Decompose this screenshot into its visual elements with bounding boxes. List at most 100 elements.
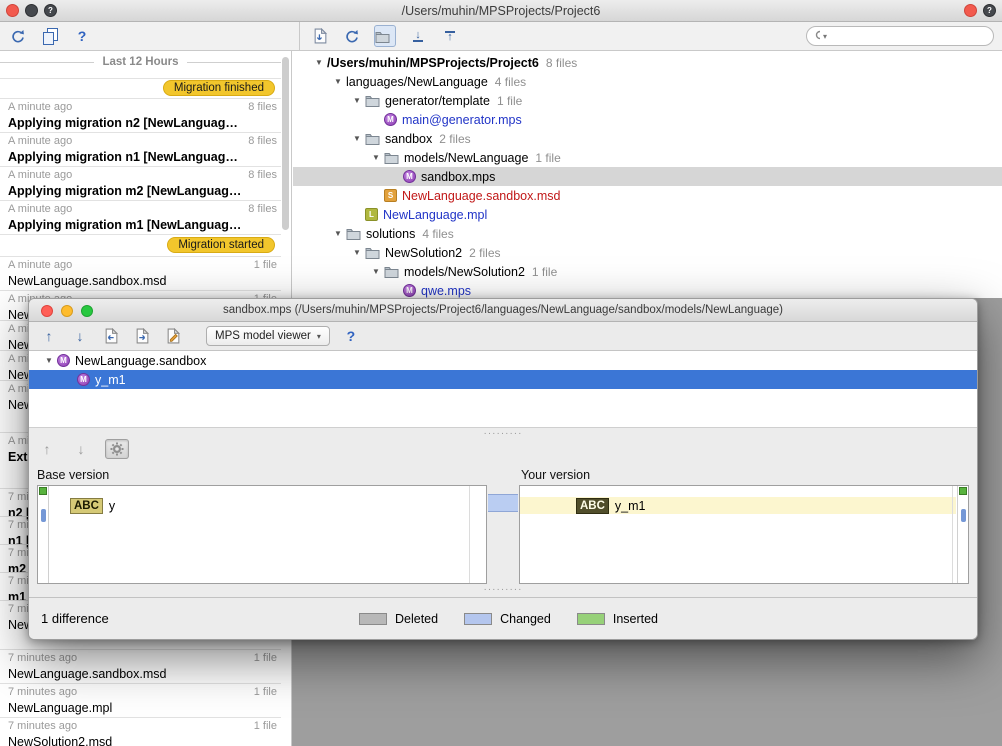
changed-marker[interactable] xyxy=(41,509,46,522)
chevron-down-icon[interactable]: ▼ xyxy=(368,267,384,276)
folder-icon xyxy=(365,132,380,145)
legend-inserted: Inserted xyxy=(577,612,658,626)
tree-row-solutions[interactable]: ▼ solutions 4 files xyxy=(293,224,1002,243)
minimize-icon[interactable] xyxy=(25,4,38,17)
entry-title: NewLanguage.mpl xyxy=(8,700,277,716)
expand-all-button[interactable]: ↓ xyxy=(408,25,428,47)
base-version-pane[interactable]: ABC y xyxy=(37,485,487,584)
entry-title: Applying migration m2 [NewLanguag… xyxy=(8,183,277,199)
tree-row-newsolution2[interactable]: ▼ NewSolution2 2 files xyxy=(293,243,1002,262)
entry-title: NewLanguage.sandbox.msd xyxy=(8,273,277,289)
tree-row-generator-template[interactable]: ▼ generator/template 1 file xyxy=(293,91,1002,110)
close-icon[interactable] xyxy=(964,4,977,17)
language-icon: L xyxy=(365,208,378,221)
apply-non-conflicting-right-button[interactable] xyxy=(132,325,152,347)
chevron-down-icon[interactable]: ▼ xyxy=(349,134,365,143)
history-entry[interactable]: A minute ago8 files Applying migration m… xyxy=(0,166,281,201)
minimize-icon[interactable] xyxy=(61,305,73,317)
history-scrollbar[interactable] xyxy=(282,57,289,230)
search-history-arrow-icon[interactable]: ▾ xyxy=(823,32,827,41)
tree-row-models-newsolution2[interactable]: ▼ models/NewSolution2 1 file xyxy=(293,262,1002,281)
chevron-down-icon[interactable]: ▼ xyxy=(311,58,327,67)
dialog-toolbar: ↑ ↓ MPS model viewer ▾ ? xyxy=(29,322,977,351)
history-entry[interactable]: A minute ago8 files Applying migration n… xyxy=(0,98,281,133)
model-tree-row-root[interactable]: ▼ M NewLanguage.sandbox xyxy=(29,351,977,370)
base-version-label: Base version xyxy=(37,468,109,482)
close-icon[interactable] xyxy=(6,4,19,17)
search-field[interactable]: ▾ xyxy=(806,26,994,46)
chevron-down-icon[interactable]: ▼ xyxy=(349,96,365,105)
tree-row-sandbox-msd[interactable]: S NewLanguage.sandbox.msd xyxy=(293,186,1002,205)
chevron-down-icon[interactable]: ▼ xyxy=(330,77,346,86)
tree-row-label: NewLanguage.sandbox.msd xyxy=(402,189,560,203)
help-icon[interactable]: ? xyxy=(983,4,996,17)
viewer-select[interactable]: MPS model viewer ▾ xyxy=(206,326,330,346)
zoom-icon[interactable] xyxy=(81,305,93,317)
grip-dots-icon xyxy=(484,423,523,441)
dialog-status-bar: 1 difference Deleted Changed Inserted xyxy=(29,597,977,639)
folder-icon xyxy=(384,265,399,278)
tree-row-project[interactable]: ▼ /Users/muhin/MPSProjects/Project6 8 fi… xyxy=(293,53,1002,72)
help-button[interactable]: ? xyxy=(72,25,92,47)
splitter-handle[interactable] xyxy=(29,584,977,592)
inserted-marker xyxy=(959,487,967,495)
next-difference-button[interactable]: ↓ xyxy=(70,325,90,347)
rollback-button[interactable] xyxy=(342,25,362,47)
your-version-pane[interactable]: ABC y_m1 xyxy=(519,485,969,584)
model-icon: M xyxy=(403,284,416,297)
next-change-button[interactable]: ↓ xyxy=(71,438,91,460)
history-entry[interactable]: A minute ago8 files Applying migration m… xyxy=(0,200,281,235)
close-icon[interactable] xyxy=(41,305,53,317)
changes-button[interactable] xyxy=(310,25,330,47)
tree-row-label: sandbox.mps xyxy=(421,170,495,184)
tree-row-sandbox-mps[interactable]: M sandbox.mps xyxy=(293,167,1002,186)
application-window: ? /Users/muhin/MPSProjects/Project6 ? ? xyxy=(0,0,1002,746)
legend-deleted: Deleted xyxy=(359,612,438,626)
folder-icon xyxy=(365,94,380,107)
history-entry[interactable]: 7 minutes ago1 file NewLanguage.mpl xyxy=(0,683,281,718)
entry-time: 7 minutes ago xyxy=(8,686,77,699)
history-entry[interactable]: 7 minutes ago1 file NewSolution2.msd xyxy=(0,717,281,746)
window-title: /Users/muhin/MPSProjects/Project6 xyxy=(402,4,601,18)
model-tree-row-y-m1[interactable]: M y_m1 xyxy=(29,370,977,389)
apply-non-conflicting-left-button[interactable] xyxy=(101,325,121,347)
chevron-down-icon[interactable]: ▼ xyxy=(41,356,57,365)
code-text: y xyxy=(109,499,115,513)
chevron-down-icon[interactable]: ▼ xyxy=(368,153,384,162)
tree-row-label: generator/template xyxy=(385,94,490,108)
entry-file-count: 1 file xyxy=(254,259,277,272)
edit-merge-result-button[interactable] xyxy=(163,325,183,347)
collapse-all-icon: ↑ xyxy=(445,31,455,42)
tree-row-sandbox-folder[interactable]: ▼ sandbox 2 files xyxy=(293,129,1002,148)
previous-difference-button[interactable]: ↑ xyxy=(39,325,59,347)
tree-row-main-generator-mps[interactable]: M main@generator.mps xyxy=(293,110,1002,129)
search-icon xyxy=(815,30,820,42)
history-entry[interactable]: 7 minutes ago1 file NewLanguage.sandbox.… xyxy=(0,649,281,684)
search-input[interactable] xyxy=(830,28,985,44)
collapse-all-button[interactable]: ↑ xyxy=(440,25,460,47)
entry-title: Applying migration m1 [NewLanguag… xyxy=(8,217,277,233)
inserted-swatch xyxy=(577,613,605,625)
changed-connector[interactable] xyxy=(488,494,518,512)
diff-settings-button[interactable] xyxy=(105,439,129,459)
tree-row-models-newlanguage[interactable]: ▼ models/NewLanguage 1 file xyxy=(293,148,1002,167)
rollback-button[interactable] xyxy=(8,25,28,47)
cell-token: ABC xyxy=(70,498,103,514)
entry-title: NewSolution2.msd xyxy=(8,734,277,746)
tree-row-newlanguage-mpl[interactable]: L NewLanguage.mpl xyxy=(293,205,1002,224)
history-entry[interactable]: A minute ago1 file NewLanguage.sandbox.m… xyxy=(0,256,281,291)
history-entry[interactable]: A minute ago8 files Applying migration n… xyxy=(0,132,281,167)
help-icon[interactable]: ? xyxy=(44,4,57,17)
previous-change-button[interactable]: ↑ xyxy=(37,438,57,460)
window-controls-left: ? xyxy=(6,4,57,17)
chevron-down-icon[interactable]: ▼ xyxy=(330,229,346,238)
model-icon: M xyxy=(77,373,90,386)
group-by-directory-button[interactable] xyxy=(374,25,396,47)
chevron-down-icon[interactable]: ▼ xyxy=(349,248,365,257)
up-arrow-icon: ↑ xyxy=(46,329,53,343)
copy-button[interactable] xyxy=(40,25,60,47)
changed-marker[interactable] xyxy=(961,509,966,522)
help-button[interactable]: ? xyxy=(341,325,361,347)
splitter-handle[interactable] xyxy=(29,428,977,436)
tree-row-languages[interactable]: ▼ languages/NewLanguage 4 files xyxy=(293,72,1002,91)
